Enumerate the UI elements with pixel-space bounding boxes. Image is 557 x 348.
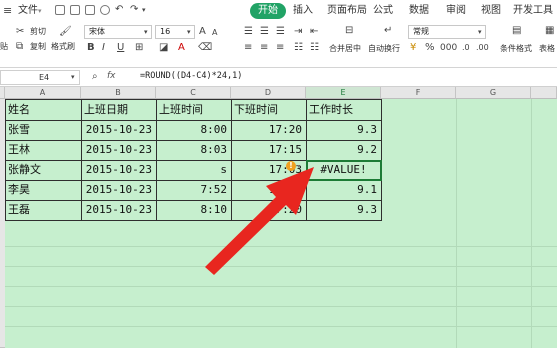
- font-size-dropdown-icon[interactable]: ▾: [187, 26, 191, 38]
- fx-label[interactable]: fx: [107, 71, 116, 81]
- decrease-decimal-icon[interactable]: .00: [476, 42, 489, 54]
- distributed-icon[interactable]: ☷: [310, 42, 319, 54]
- percent-icon[interactable]: %: [425, 42, 435, 54]
- underline-icon[interactable]: U: [117, 42, 124, 54]
- font-name-dropdown-icon[interactable]: ▾: [144, 26, 148, 38]
- tab-developer[interactable]: 开发工具: [513, 3, 553, 19]
- export-pdf-icon[interactable]: [70, 5, 80, 15]
- spreadsheet-grid[interactable]: A B C D E F G 姓名 上班日期 上班时间 下班时间 工作时长 张雪 …: [0, 87, 557, 348]
- quick-access-dropdown-icon[interactable]: ▾: [142, 4, 146, 16]
- format-painter-icon[interactable]: 🖌: [59, 26, 72, 38]
- align-right-icon[interactable]: ≡: [276, 42, 284, 54]
- print-preview-icon[interactable]: [100, 5, 110, 15]
- name-box[interactable]: E4: [0, 70, 80, 85]
- paste-label[interactable]: 贴: [0, 41, 8, 53]
- font-name-select[interactable]: 宋体: [84, 25, 152, 39]
- tab-insert[interactable]: 插入: [293, 3, 313, 19]
- number-format-select[interactable]: 常规: [408, 25, 486, 39]
- cut-icon[interactable]: ✂: [16, 26, 24, 38]
- formula-input[interactable]: =ROUND((D4-C4)*24,1): [140, 71, 242, 81]
- bold-icon[interactable]: B: [87, 42, 95, 54]
- outdent-icon[interactable]: ⇤: [310, 26, 318, 38]
- tab-home[interactable]: 开始: [250, 3, 286, 19]
- conditional-format-icon[interactable]: ▤: [512, 25, 521, 37]
- menu-bar: ≡ 文件 ▾ ↶ ↷ ▾ 开始 插入 页面布局 公式 数据 审阅 视图 开发工具: [0, 0, 557, 22]
- increase-decimal-icon[interactable]: .0: [462, 42, 470, 54]
- currency-icon[interactable]: ¥: [410, 42, 416, 54]
- copy-button[interactable]: 复制: [30, 41, 46, 53]
- tab-page-layout[interactable]: 页面布局: [327, 3, 367, 19]
- thousands-icon[interactable]: 000: [440, 42, 457, 54]
- save-icon[interactable]: [55, 5, 65, 15]
- tab-view[interactable]: 视图: [481, 3, 501, 19]
- align-left-icon[interactable]: ≡: [244, 42, 252, 54]
- clear-format-icon[interactable]: ⌫: [198, 42, 212, 54]
- file-dropdown-icon[interactable]: ▾: [38, 3, 42, 19]
- table-style-icon[interactable]: ▦: [545, 25, 554, 37]
- copy-icon[interactable]: ⧉: [16, 41, 23, 53]
- formula-bar: E4 ▾ ⌕ fx =ROUND((D4-C4)*24,1): [0, 68, 557, 87]
- tab-formulas[interactable]: 公式: [373, 3, 393, 19]
- ribbon: ≡ 文件 ▾ ↶ ↷ ▾ 开始 插入 页面布局 公式 数据 审阅 视图 开发工具…: [0, 0, 557, 68]
- font-color-icon[interactable]: A: [178, 42, 185, 54]
- merge-center-icon[interactable]: ⊟: [345, 25, 353, 37]
- italic-icon[interactable]: I: [102, 42, 105, 54]
- wrap-text-icon[interactable]: ↵: [384, 25, 392, 37]
- cut-button[interactable]: 剪切: [30, 26, 46, 38]
- zoom-icon[interactable]: ⌕: [92, 71, 98, 83]
- align-middle-icon[interactable]: ☰: [260, 26, 269, 38]
- name-box-dropdown-icon[interactable]: ▾: [71, 71, 75, 83]
- tab-data[interactable]: 数据: [409, 3, 429, 19]
- indent-icon[interactable]: ⇥: [294, 26, 302, 38]
- fill-color-icon[interactable]: ◪: [159, 42, 168, 54]
- table-style-button[interactable]: 表格: [539, 43, 555, 55]
- align-top-icon[interactable]: ☰: [244, 26, 253, 38]
- conditional-format-button[interactable]: 条件格式: [500, 43, 532, 55]
- file-menu[interactable]: 文件: [18, 3, 38, 19]
- increase-font-icon[interactable]: A: [199, 26, 206, 38]
- arrow-shape: [205, 167, 314, 275]
- print-icon[interactable]: [85, 5, 95, 15]
- border-icon[interactable]: ⊞: [135, 42, 143, 54]
- tab-review[interactable]: 审阅: [446, 3, 466, 19]
- redo-icon[interactable]: ↷: [130, 4, 138, 16]
- menu-icon[interactable]: ≡: [3, 5, 12, 17]
- decrease-font-icon[interactable]: A: [212, 27, 217, 39]
- annotation-arrow: [205, 167, 314, 275]
- align-center-icon[interactable]: ≡: [260, 42, 268, 54]
- merge-center-button[interactable]: 合并居中: [329, 43, 361, 55]
- number-format-dropdown-icon[interactable]: ▾: [478, 26, 482, 38]
- undo-icon[interactable]: ↶: [115, 4, 123, 16]
- format-painter-button[interactable]: 格式刷: [51, 41, 75, 53]
- justify-icon[interactable]: ☷: [294, 42, 303, 54]
- wrap-text-button[interactable]: 自动换行: [368, 43, 400, 55]
- align-bottom-icon[interactable]: ☰: [276, 26, 285, 38]
